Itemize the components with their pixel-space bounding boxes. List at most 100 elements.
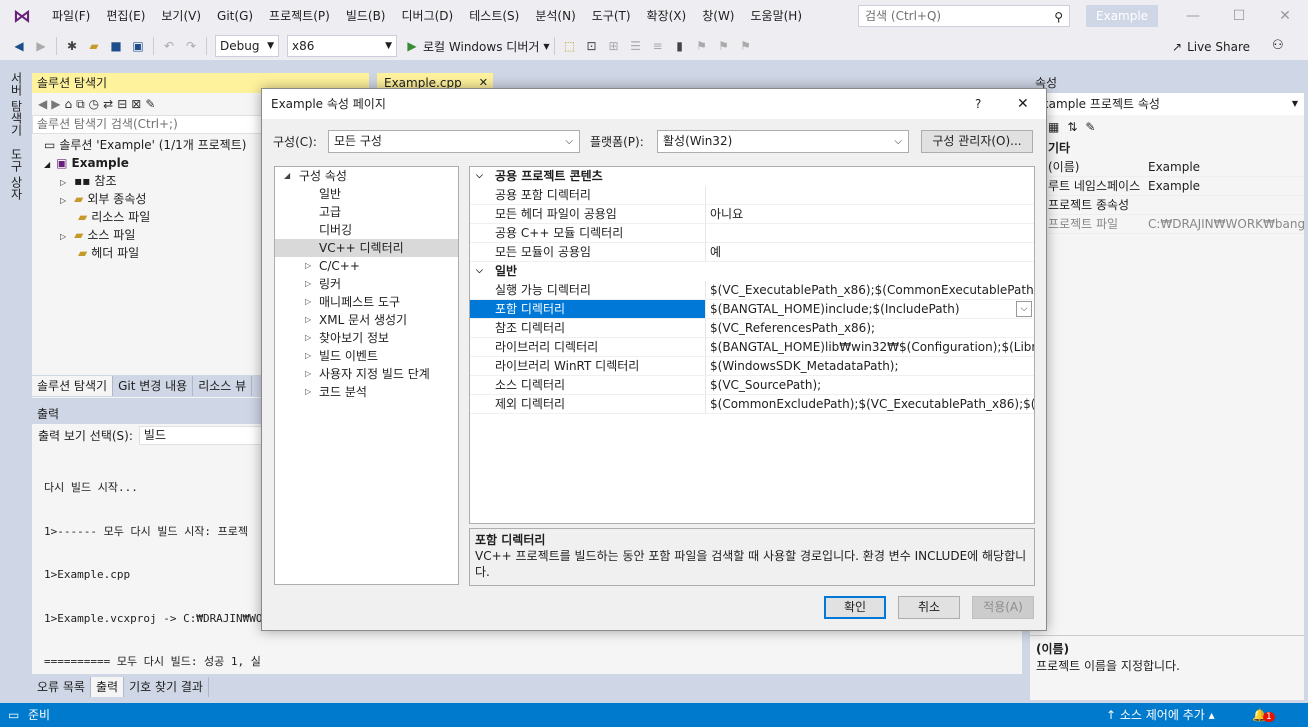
menu-project[interactable]: 프로젝트(P): [261, 0, 338, 32]
open-file-icon[interactable]: ▰: [84, 36, 104, 56]
nav-item-cpp[interactable]: ▷ C/C++: [275, 257, 458, 275]
nav-item-vc-directories[interactable]: VC++ 디렉터리: [275, 239, 458, 257]
chevron-down-icon[interactable]: ▼: [543, 42, 549, 51]
grid-row[interactable]: 참조 디렉터리 $(VC_ReferencesPath_x86);: [470, 319, 1034, 338]
close-window-icon[interactable]: ✕: [1262, 0, 1308, 32]
grid-row[interactable]: 소스 디렉터리 $(VC_SourcePath);: [470, 376, 1034, 395]
grid-row[interactable]: 라이브러리 WinRT 디렉터리 $(WindowsSDK_MetadataPat…: [470, 357, 1034, 376]
toolbox-tab[interactable]: 도구 상자: [8, 148, 25, 200]
server-explorer-tab[interactable]: 서버 탐색기: [8, 72, 25, 136]
switch-view-icon[interactable]: ⧉: [76, 97, 85, 112]
menu-debug[interactable]: 디버그(D): [394, 0, 462, 32]
bookmark-clear-icon[interactable]: ⚑: [736, 36, 756, 56]
back-icon[interactable]: ◀: [9, 36, 29, 56]
bookmark-prev-icon[interactable]: ⚑: [692, 36, 712, 56]
nav-item-linker[interactable]: ▷ 링커: [275, 275, 458, 293]
configuration-select[interactable]: Debug ▼: [215, 35, 279, 57]
property-row[interactable]: 프로젝트 파일 C:₩DRAJIN₩WORK₩bang: [1030, 215, 1304, 234]
menu-git[interactable]: Git(G): [209, 0, 261, 32]
collapse-icon[interactable]: ⊟: [117, 97, 127, 111]
nav-item-manifest[interactable]: ▷ 매니페스트 도구: [275, 293, 458, 311]
tab-solution-explorer[interactable]: 솔루션 탐색기: [32, 376, 114, 396]
tab-resource-view[interactable]: 리소스 뷰: [193, 376, 253, 396]
save-all-icon[interactable]: ▣: [128, 36, 148, 56]
browser-icon[interactable]: ⊡: [582, 36, 602, 56]
minimize-icon[interactable]: —: [1170, 0, 1216, 32]
property-pages-icon[interactable]: ✎: [1085, 120, 1095, 134]
run-icon[interactable]: ▶: [402, 36, 422, 56]
menu-tools[interactable]: 도구(T): [584, 0, 639, 32]
cancel-button[interactable]: 취소: [898, 596, 960, 619]
close-icon[interactable]: ✕: [1017, 89, 1029, 119]
menu-view[interactable]: 보기(V): [153, 0, 209, 32]
grid-row[interactable]: 모든 헤더 파일이 공용임 아니요: [470, 205, 1034, 224]
tab-git-changes[interactable]: Git 변경 내용: [113, 376, 194, 396]
grid-value[interactable]: $(BANGTAL_HOME)include;$(IncludePath): [706, 300, 1034, 319]
tab-output[interactable]: 출력: [90, 677, 125, 697]
grid-row-selected[interactable]: 포함 디렉터리 $(BANGTAL_HOME)include;$(IncludeP…: [470, 300, 1034, 319]
tab-find-symbol[interactable]: 기호 찾기 결과: [124, 677, 209, 697]
menu-analyze[interactable]: 분석(N): [527, 0, 583, 32]
properties-object-select[interactable]: Example 프로젝트 속성 ▼: [1030, 93, 1304, 115]
back-icon[interactable]: ◀: [38, 97, 47, 111]
menu-test[interactable]: 테스트(S): [461, 0, 527, 32]
nav-item-custom-build[interactable]: ▷ 사용자 지정 빌드 단계: [275, 365, 458, 383]
nav-item-browse-info[interactable]: ▷ 찾아보기 정보: [275, 329, 458, 347]
nav-root[interactable]: ◢ 구성 속성: [275, 167, 458, 185]
format-icon[interactable]: ⊞: [604, 36, 624, 56]
grid-row[interactable]: 실행 가능 디렉터리 $(VC_ExecutablePath_x86);$(Com…: [470, 281, 1034, 300]
indent-icon[interactable]: ☰: [626, 36, 646, 56]
config-manager-button[interactable]: 구성 관리자(O)...: [921, 130, 1033, 153]
output-source-select[interactable]: 빌드: [138, 425, 279, 445]
tab-error-list[interactable]: 오류 목록: [32, 677, 91, 697]
new-project-icon[interactable]: ✱: [62, 36, 82, 56]
chevron-down-icon[interactable]: ⌵: [1016, 301, 1032, 317]
redo-icon[interactable]: ↷: [181, 36, 201, 56]
properties-icon[interactable]: ✎: [145, 97, 155, 111]
search-box[interactable]: 검색 (Ctrl+Q) ⚲: [858, 5, 1070, 27]
menu-file[interactable]: 파일(F): [44, 0, 98, 32]
group-header[interactable]: ⌵ 일반: [470, 262, 1034, 281]
nav-item-code-analysis[interactable]: ▷ 코드 분석: [275, 383, 458, 401]
maximize-icon[interactable]: ☐: [1216, 0, 1262, 32]
undo-icon[interactable]: ↶: [159, 36, 179, 56]
save-icon[interactable]: ■: [106, 36, 126, 56]
run-debugger-button[interactable]: 로컬 Windows 디버거: [423, 38, 539, 55]
attach-icon[interactable]: ⬚: [560, 36, 580, 56]
menu-window[interactable]: 창(W): [694, 0, 742, 32]
menu-extensions[interactable]: 확장(X): [639, 0, 695, 32]
platform-select[interactable]: 활성(Win32) ⌵: [657, 130, 909, 153]
group-header[interactable]: ⌵ 공용 프로젝트 콘텐츠: [470, 167, 1034, 186]
nav-item-debugging[interactable]: 디버깅: [275, 221, 458, 239]
menu-build[interactable]: 빌드(B): [338, 0, 394, 32]
feedback-icon[interactable]: ⚇: [1272, 38, 1284, 53]
config-select[interactable]: 모든 구성 ⌵: [328, 130, 580, 153]
show-all-icon[interactable]: ⊠: [131, 97, 141, 111]
property-row[interactable]: 루트 네임스페이스 Example: [1030, 177, 1304, 196]
categorized-icon[interactable]: ▦: [1048, 120, 1059, 134]
menu-help[interactable]: 도움말(H): [743, 0, 811, 32]
forward-icon[interactable]: ▶: [31, 36, 51, 56]
grid-row[interactable]: 공용 C++ 모듈 디렉터리: [470, 224, 1034, 243]
property-row[interactable]: (이름) Example: [1030, 158, 1304, 177]
ok-button[interactable]: 확인: [824, 596, 886, 619]
platform-select[interactable]: x86 ▼: [287, 35, 397, 57]
bookmark-icon[interactable]: ▮: [670, 36, 690, 56]
home-icon[interactable]: ⌂: [64, 97, 72, 111]
apply-button[interactable]: 적용(A): [972, 596, 1034, 619]
property-row[interactable]: 프로젝트 종속성: [1030, 196, 1304, 215]
grid-row[interactable]: 모든 모듈이 공용임 예: [470, 243, 1034, 262]
grid-row[interactable]: 공용 포함 디렉터리: [470, 186, 1034, 205]
alphabetical-icon[interactable]: ⇅: [1067, 120, 1077, 134]
nav-item-xml-doc[interactable]: ▷ XML 문서 생성기: [275, 311, 458, 329]
nav-item-general[interactable]: 일반: [275, 185, 458, 203]
bookmark-next-icon[interactable]: ⚑: [714, 36, 734, 56]
sync-icon[interactable]: ⇄: [103, 97, 113, 111]
source-control-button[interactable]: ↑ 소스 제어에 추가 ▴: [1106, 703, 1215, 727]
notification-icon[interactable]: 🔔1: [1252, 703, 1275, 727]
nav-item-advanced[interactable]: 고급: [275, 203, 458, 221]
grid-row[interactable]: 제외 디렉터리 $(CommonExcludePath);$(VC_Executa…: [470, 395, 1034, 414]
menu-edit[interactable]: 편집(E): [98, 0, 153, 32]
history-icon[interactable]: ◷: [89, 97, 99, 111]
forward-icon[interactable]: ▶: [51, 97, 60, 111]
